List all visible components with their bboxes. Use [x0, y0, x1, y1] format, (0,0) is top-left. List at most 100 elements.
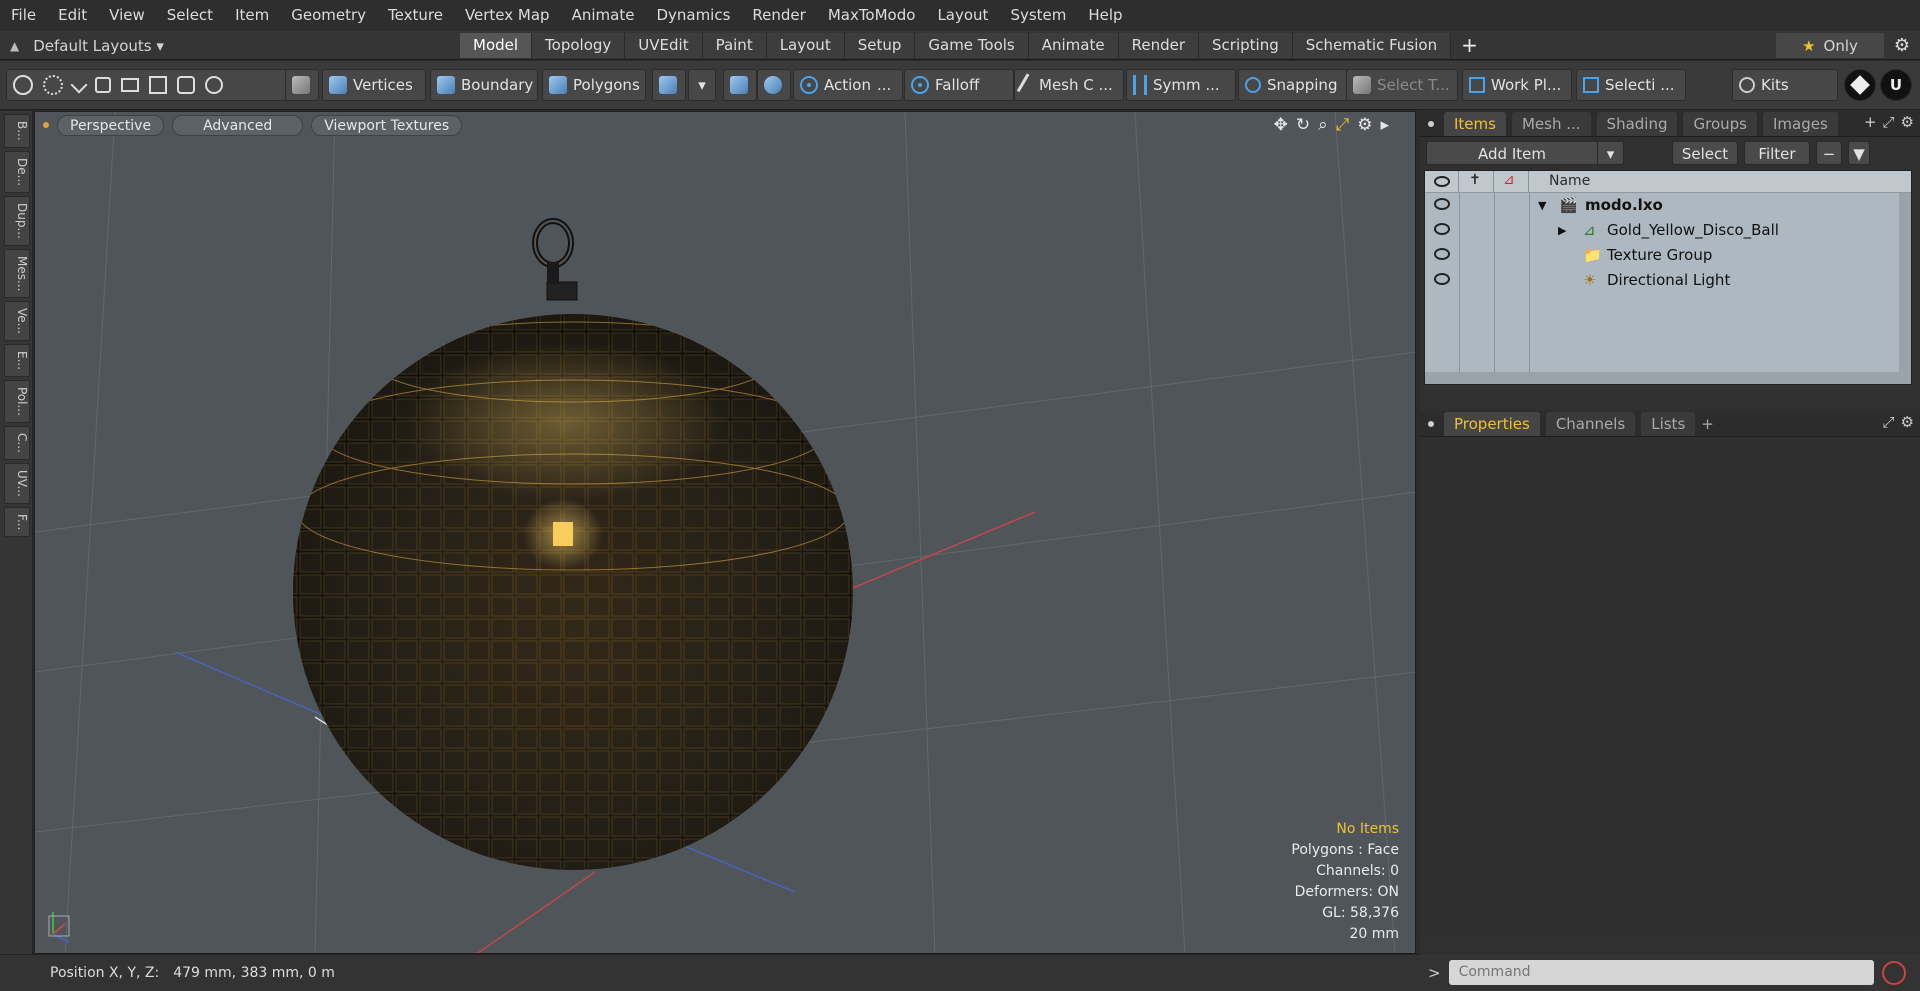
material-mode-button[interactable] — [652, 69, 686, 101]
record-macro-icon[interactable] — [1881, 960, 1906, 985]
mesh-expand-arrow-icon[interactable]: ▶ — [1558, 224, 1566, 237]
menu-vertex-map[interactable]: Vertex Map — [454, 0, 561, 31]
funnel-icon[interactable]: ▼ — [1848, 141, 1870, 165]
select-button[interactable]: Select — [1672, 141, 1738, 165]
texture-group-visibility-eye-icon[interactable] — [1434, 248, 1450, 260]
modo-logo-button[interactable] — [1844, 69, 1876, 101]
tab-items[interactable]: Items — [1444, 111, 1506, 136]
tab-properties[interactable]: Properties — [1444, 411, 1540, 436]
falloff-button[interactable]: Falloff — [904, 69, 1014, 101]
viewport-textures-toggle[interactable]: Viewport Textures — [311, 114, 463, 136]
tab-render[interactable]: Render — [1118, 33, 1200, 58]
bridge-icon[interactable] — [121, 78, 139, 92]
maximize-icon[interactable]: ⤢ — [1336, 115, 1350, 135]
left-tab-basic[interactable]: B... — [4, 114, 30, 148]
add-item-button[interactable]: Add Item ▾ — [1426, 141, 1624, 165]
tab-animate[interactable]: Animate — [1028, 33, 1119, 58]
menu-maxtomodo[interactable]: MaxToModo — [817, 0, 927, 31]
menu-view[interactable]: View — [98, 0, 156, 31]
menu-select[interactable]: Select — [156, 0, 224, 31]
tab-model[interactable]: Model — [460, 33, 533, 58]
rotate-icon[interactable]: ↻ — [1296, 115, 1310, 135]
left-tab-vertex[interactable]: Ve... — [4, 301, 30, 342]
items-panel-menu-dot[interactable] — [1428, 120, 1434, 127]
left-tab-deform[interactable]: De... — [4, 150, 30, 193]
workplane-button[interactable]: Work Pl... — [1462, 69, 1572, 101]
filter-button[interactable]: Filter — [1744, 141, 1810, 165]
add-tab-button[interactable]: + — [1461, 33, 1478, 58]
item-row-mesh[interactable]: ▶ ⊿ Gold_Yellow_Disco_Ball — [1425, 218, 1911, 243]
menu-render[interactable]: Render — [741, 0, 816, 31]
left-tab-mesh-edit[interactable]: Mes... — [4, 248, 30, 299]
tab-topology[interactable]: Topology — [532, 33, 626, 58]
layouts-selector[interactable]: ▲ Default Layouts ▾ — [10, 31, 164, 60]
item-row-texture-group[interactable]: 📁 Texture Group — [1425, 243, 1911, 268]
ball-button[interactable] — [757, 69, 791, 101]
viewport-expand-icon[interactable]: ▸ — [1380, 115, 1389, 135]
items-add-tab-button[interactable]: + — [1864, 113, 1877, 131]
grid-icon[interactable] — [149, 76, 167, 94]
tab-scripting[interactable]: Scripting — [1199, 33, 1293, 58]
3d-viewport[interactable]: Perspective Advanced Viewport Textures ✥… — [34, 111, 1416, 954]
properties-add-tab-button[interactable]: + — [1701, 415, 1714, 433]
lock-column[interactable]: ✝ — [1459, 171, 1494, 192]
menu-item[interactable]: Item — [224, 0, 280, 31]
boundary-button[interactable]: Boundary — [430, 69, 538, 101]
tab-game-tools[interactable]: Game Tools — [915, 33, 1029, 58]
select-through-button[interactable]: Select T... — [1346, 69, 1458, 101]
menu-geometry[interactable]: Geometry — [280, 0, 377, 31]
left-tab-fusion[interactable]: F... — [4, 506, 30, 538]
tab-groups[interactable]: Groups — [1683, 111, 1757, 136]
menu-layout[interactable]: Layout — [926, 0, 999, 31]
command-input[interactable] — [1448, 960, 1874, 985]
tab-channels[interactable]: Channels — [1545, 411, 1636, 436]
items-settings-icon[interactable]: ⚙ — [1901, 113, 1914, 131]
mesh-constraint-button[interactable]: Mesh C ... — [1014, 69, 1124, 101]
vertices-button[interactable]: Vertices — [322, 69, 426, 101]
scene-visibility-eye-icon[interactable] — [1434, 198, 1450, 210]
item-list-horizontal-scrollbar[interactable] — [1425, 372, 1901, 384]
menu-system[interactable]: System — [999, 0, 1077, 31]
tab-paint[interactable]: Paint — [702, 33, 767, 58]
circle-select-icon[interactable] — [13, 75, 33, 95]
properties-panel-menu-dot[interactable] — [1428, 420, 1434, 427]
left-tab-uv[interactable]: UV... — [4, 463, 30, 504]
items-expand-icon[interactable]: ⤢ — [1883, 113, 1895, 131]
item-mode-button[interactable] — [285, 69, 319, 101]
tab-schematic-fusion[interactable]: Schematic Fusion — [1292, 33, 1452, 58]
item-list-vertical-scrollbar[interactable] — [1899, 193, 1911, 384]
zoom-icon[interactable]: ⌕ — [1318, 115, 1328, 135]
viewport-menu-dot[interactable] — [43, 122, 49, 128]
collapse-up-icon[interactable]: ▲ — [10, 39, 19, 53]
shield-button[interactable] — [723, 69, 757, 101]
left-tab-curve[interactable]: C... — [4, 426, 30, 461]
timer-icon[interactable] — [205, 76, 223, 94]
item-row-scene[interactable]: ▼ 🎬 modo.lxo — [1425, 193, 1911, 218]
left-tab-edge[interactable]: E... — [4, 344, 30, 378]
tab-shading[interactable]: Shading — [1596, 111, 1678, 136]
globe-icon[interactable] — [43, 75, 63, 95]
selection-sets-button[interactable]: Selecti ... — [1576, 69, 1686, 101]
visibility-column[interactable] — [1425, 171, 1459, 192]
menu-help[interactable]: Help — [1077, 0, 1133, 31]
only-toggle[interactable]: ★ Only — [1776, 33, 1884, 58]
menu-edit[interactable]: Edit — [47, 0, 98, 31]
properties-settings-icon[interactable]: ⚙ — [1901, 413, 1914, 431]
action-center-button[interactable]: Action... — [793, 69, 903, 101]
lasso-icon[interactable] — [95, 77, 111, 93]
polygons-button[interactable]: Polygons — [542, 69, 646, 101]
tab-mesh-ops[interactable]: Mesh ... — [1511, 111, 1591, 136]
item-list[interactable]: ✝ ⊿ Name ▼ 🎬 modo.lxo ▶ ⊿ Gold_Yellow_Di… — [1424, 170, 1912, 385]
tab-layout[interactable]: Layout — [766, 33, 845, 58]
menu-dynamics[interactable]: Dynamics — [645, 0, 741, 31]
tab-lists[interactable]: Lists — [1641, 411, 1696, 436]
left-tab-duplicate[interactable]: Dup... — [4, 195, 30, 246]
snapping-button[interactable]: Snapping — [1238, 69, 1348, 101]
kits-button[interactable]: Kits — [1732, 69, 1838, 101]
scene-expand-arrow-icon[interactable]: ▼ — [1538, 199, 1546, 212]
unreal-logo-button[interactable]: U — [1880, 69, 1912, 101]
viewport-settings-icon[interactable]: ⚙ — [1357, 115, 1372, 135]
light-visibility-eye-icon[interactable] — [1434, 273, 1450, 285]
menu-texture[interactable]: Texture — [377, 0, 454, 31]
left-tab-polygon[interactable]: Pol... — [4, 380, 30, 424]
